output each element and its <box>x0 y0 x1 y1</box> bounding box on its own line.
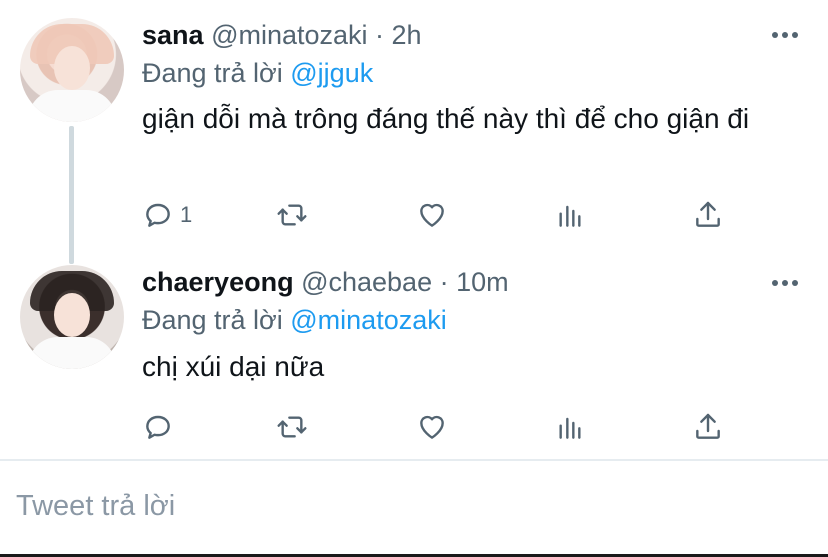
tweet-header: sana @minatozaki · 2h <box>142 20 422 51</box>
share-upload-icon <box>696 413 720 439</box>
retweet-arrows-icon <box>277 416 307 438</box>
retweet-arrows-icon <box>277 204 307 226</box>
avatar-face <box>54 293 90 337</box>
avatar-face <box>54 46 90 90</box>
action-bar <box>142 410 742 444</box>
heart-icon <box>420 415 444 439</box>
avatar-shirt <box>28 90 116 122</box>
tweet-text: giận dỗi mà trông đáng thế này thì để ch… <box>142 103 750 134</box>
handle[interactable]: @minatozaki <box>211 20 367 50</box>
handle[interactable]: @chaebae <box>301 267 432 297</box>
speech-bubble-icon <box>146 203 170 227</box>
tweet-text: chị xúi dại nữa <box>142 351 325 382</box>
retweet-button[interactable] <box>276 410 308 444</box>
replying-to-label: Đang trả lời <box>142 58 291 88</box>
reply-count: 1 <box>180 202 193 227</box>
reply-button[interactable] <box>142 410 180 444</box>
share-button[interactable] <box>692 410 724 444</box>
replying-to: Đang trả lời @minatozaki <box>142 305 447 336</box>
timestamp[interactable]: 2h <box>392 20 422 50</box>
bar-chart-icon <box>559 205 581 227</box>
bar-chart-icon <box>559 417 581 439</box>
replying-to-label: Đang trả lời <box>142 305 291 335</box>
like-button[interactable] <box>416 410 448 444</box>
reply-compose-input[interactable]: Tweet trả lời <box>16 490 175 523</box>
retweet-button[interactable] <box>276 198 308 232</box>
analytics-button[interactable] <box>554 410 586 444</box>
avatar[interactable] <box>20 18 124 122</box>
display-name[interactable]: sana <box>142 20 204 50</box>
action-bar: 1 <box>142 198 742 232</box>
divider <box>0 459 828 461</box>
like-button[interactable] <box>416 198 448 232</box>
replying-to: Đang trả lời @jjguk <box>142 58 373 89</box>
heart-icon <box>420 203 444 227</box>
more-dots-icon[interactable] <box>772 280 798 288</box>
tweet-header: chaeryeong @chaebae · 10m <box>142 267 509 298</box>
share-upload-icon <box>696 201 720 227</box>
share-button[interactable] <box>692 198 724 232</box>
reply-button[interactable]: 1 <box>142 198 192 232</box>
separator: · <box>367 20 392 50</box>
avatar[interactable] <box>20 265 124 369</box>
speech-bubble-icon <box>146 415 170 439</box>
avatar-shirt <box>28 337 116 369</box>
timestamp[interactable]: 10m <box>456 267 509 297</box>
mention-link[interactable]: @jjguk <box>290 58 373 88</box>
separator: · <box>432 267 457 297</box>
display-name[interactable]: chaeryeong <box>142 267 294 297</box>
analytics-button[interactable] <box>554 198 586 232</box>
tweet[interactable]: sana @minatozaki · 2h Đang trả lời @jjgu… <box>0 0 828 255</box>
more-dots-icon[interactable] <box>772 32 798 40</box>
mention-link[interactable]: @minatozaki <box>290 305 446 335</box>
